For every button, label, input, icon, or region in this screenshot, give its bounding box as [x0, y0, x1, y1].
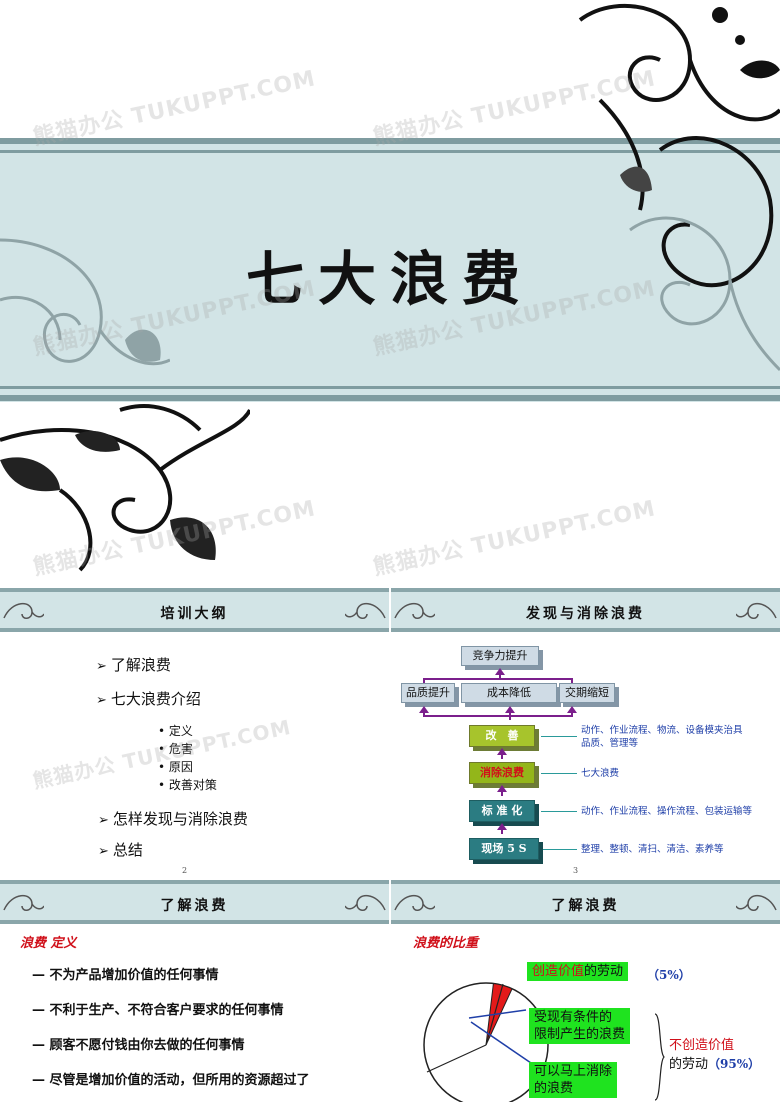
- value-percent: （5%）: [647, 968, 691, 982]
- definition-item: — 尽管是增加价值的活动，但所用的资源超过了: [32, 1073, 310, 1088]
- definition-item: — 不为产品增加价值的任何事情: [32, 968, 219, 983]
- cover-slide: 七大浪费 熊猫办公 TUKUPPT.COM 熊猫办公 TUKUPPT.COM 熊…: [0, 0, 780, 585]
- outline-item-label: 怎样发现与消除浪费: [112, 810, 248, 828]
- outline-item: ➢ 怎样发现与消除浪费: [98, 808, 248, 829]
- box-cost: 成本降低: [461, 683, 557, 703]
- watermark: 熊猫办公 TUKUPPT.COM: [371, 496, 659, 581]
- box-competitiveness: 竞争力提升: [461, 646, 539, 666]
- swirl-top-right-ornament: [578, 4, 780, 372]
- arrow-head-icon: [567, 706, 577, 713]
- arrow-head-icon: [495, 668, 505, 675]
- ratio-slide: 了解浪费 浪费的比重 创造价值的劳动 （5%） 受现有条件的 限制产生的浪费 可…: [391, 880, 780, 1102]
- arrow-bullet-icon: ➢: [96, 659, 107, 674]
- non-value-label-suffix: 的劳动: [669, 1057, 709, 1072]
- step-note: 动作、作业流程、操作流程、包装运输等: [581, 806, 753, 817]
- slide-header: 了解浪费: [0, 880, 389, 924]
- outline-item-label: 总结: [112, 841, 143, 859]
- outline-subitem-label: 改善对策: [168, 778, 217, 792]
- arrow-head-icon: [497, 823, 507, 830]
- slide-header: 发现与消除浪费: [391, 588, 780, 632]
- arrow-head-icon: [505, 706, 515, 713]
- step-eliminate-waste: 消除浪费: [469, 762, 535, 784]
- outline-item: ➢ 总结: [98, 839, 143, 860]
- brace-icon: [654, 1013, 665, 1101]
- outline-subitem: • 改善对策: [158, 778, 217, 792]
- arrow-bullet-icon: ➢: [96, 693, 107, 708]
- page-number: 2: [182, 866, 188, 875]
- arrow-bullet-icon: ➢: [98, 844, 109, 859]
- section-title: 浪费的比重: [413, 936, 479, 951]
- slide-title: 了解浪费: [160, 898, 229, 914]
- arrow-head-icon: [497, 748, 507, 755]
- outline-item: ➢ 了解浪费: [96, 654, 171, 675]
- non-value-label-line2: 的劳动（95%）: [669, 1053, 760, 1072]
- outline-item-label: 七大浪费介绍: [110, 690, 201, 708]
- value-label: 创造价值: [532, 964, 585, 979]
- cover-title: 七大浪费: [245, 245, 534, 313]
- connector-line: [541, 811, 577, 812]
- label-immediate-waste: 可以马上消除 的浪费: [529, 1062, 618, 1098]
- non-value-label: 不创造价值: [669, 1038, 735, 1053]
- outline-slide: 培训大纲 ➢ 了解浪费 ➢ 七大浪费介绍 • 定义 • 危害 • 原因 • 改善对策…: [0, 588, 389, 876]
- outline-item: ➢ 七大浪费介绍: [96, 688, 201, 709]
- step-note: 整理、整顿、清扫、清洁、素养等: [581, 844, 724, 855]
- definition-slide: 了解浪费 浪费 定义 — 不为产品增加价值的任何事情 — 不利于生产、不符合客户…: [0, 880, 389, 1102]
- box-delivery: 交期缩短: [559, 683, 615, 703]
- box-quality: 品质提升: [401, 683, 455, 703]
- slide-header: 培训大纲: [0, 588, 389, 632]
- slide-title: 了解浪费: [551, 898, 620, 914]
- value-label-suffix: 的劳动: [584, 964, 624, 979]
- section-title: 浪费 定义: [20, 936, 77, 951]
- connector-line: [541, 736, 577, 737]
- outline-item-label: 了解浪费: [110, 656, 171, 674]
- arrow-head-icon: [419, 706, 429, 713]
- step-5s: 现场 5 S: [469, 838, 539, 860]
- connector-line: [541, 773, 577, 774]
- arrow-head-icon: [497, 785, 507, 792]
- non-value-percent: （95%）: [708, 1057, 761, 1071]
- slide-title: 发现与消除浪费: [526, 606, 645, 622]
- label-value-work: 创造价值的劳动: [527, 962, 629, 981]
- step-standardize: 标 准 化: [469, 800, 535, 822]
- slide-header: 了解浪费: [391, 880, 780, 924]
- definition-item: — 顾客不愿付钱由你去做的任何事情: [32, 1038, 245, 1053]
- connector-line: [543, 849, 577, 850]
- label-limited-waste: 受现有条件的 限制产生的浪费: [529, 1008, 631, 1044]
- page-number: 3: [573, 866, 579, 875]
- arrow-bullet-icon: ➢: [98, 813, 109, 828]
- step-note: 七大浪费: [581, 768, 620, 779]
- step-improve: 改 善: [469, 725, 535, 747]
- flow-arrow: [423, 715, 571, 717]
- slide-title: 培训大纲: [160, 606, 229, 622]
- step-note: 动作、作业流程、物流、设备模夹治具 品质、管理等: [581, 725, 743, 749]
- discover-slide: 发现与消除浪费 竞争力提升 品质提升 成本降低 交期缩短 改 善 消除浪费 标 …: [391, 588, 780, 876]
- definition-item: — 不利于生产、不符合客户要求的任何事情: [32, 1003, 284, 1018]
- flow-arrow: [423, 678, 571, 680]
